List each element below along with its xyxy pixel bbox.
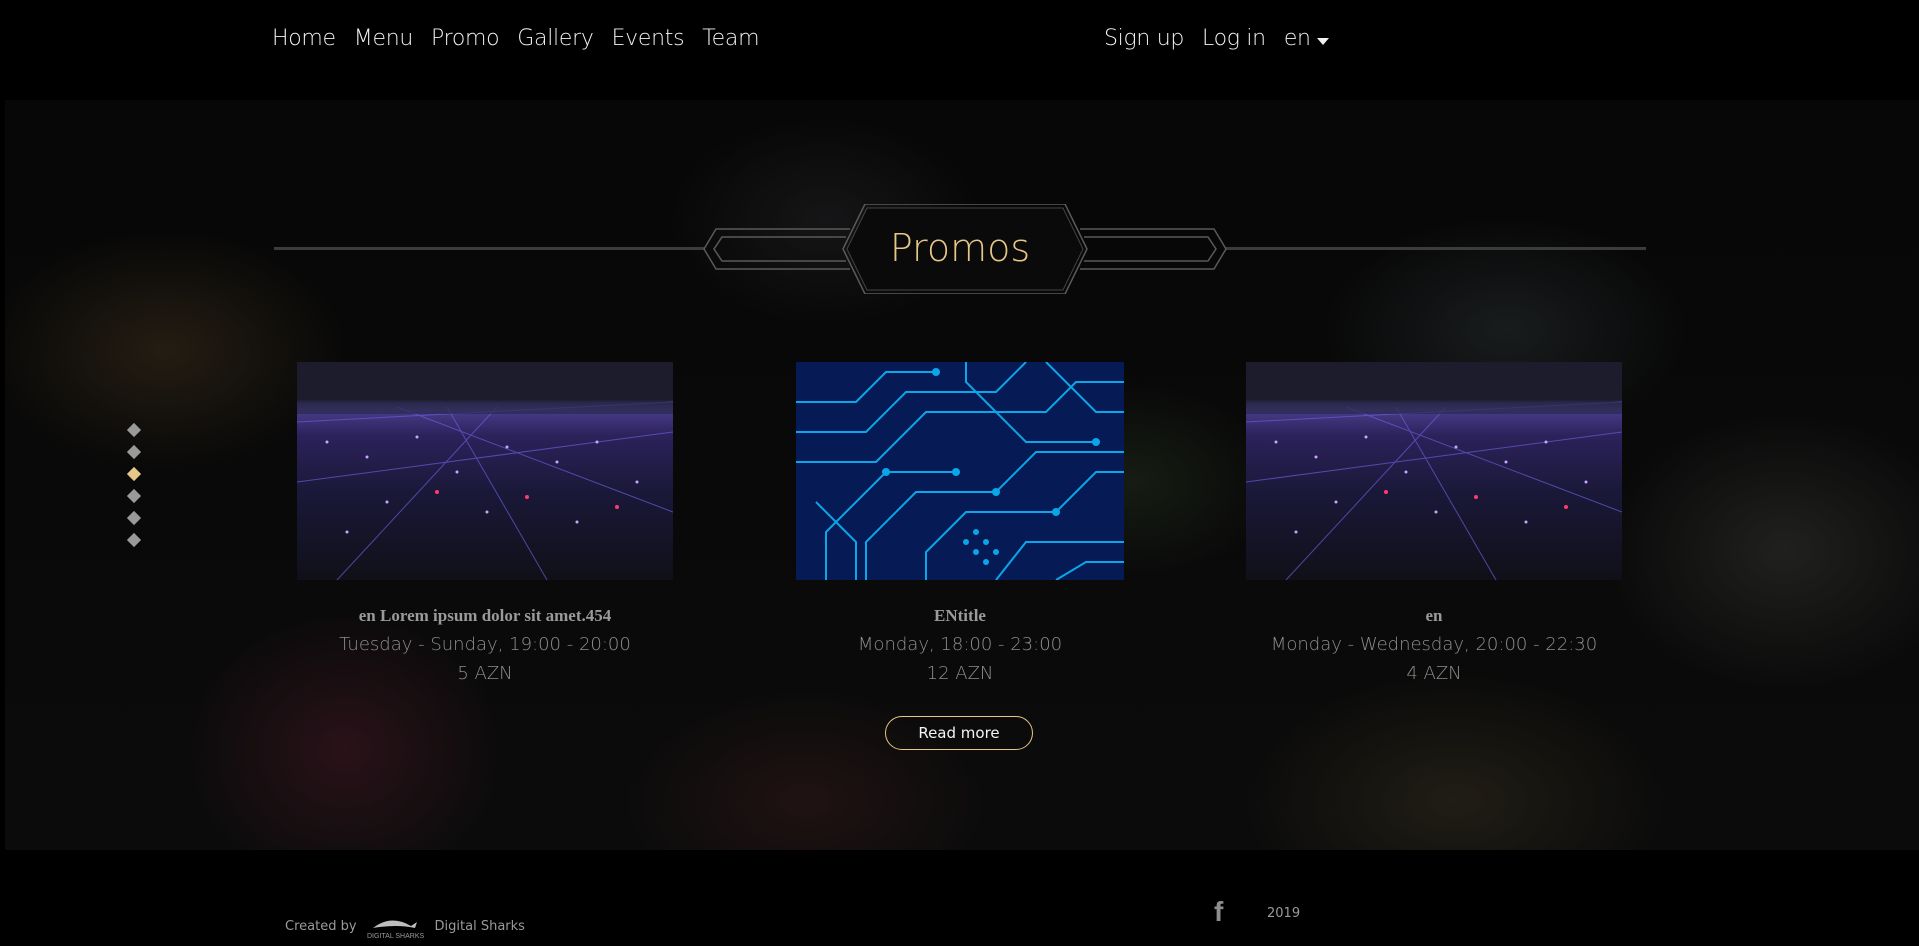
section-title: Promos bbox=[889, 226, 1031, 270]
nav-promo[interactable]: Promo bbox=[431, 26, 500, 51]
promo-price: 4 AZN bbox=[1406, 663, 1462, 684]
carousel-dots bbox=[126, 422, 142, 548]
facebook-icon[interactable]: f bbox=[1214, 896, 1223, 928]
carousel-dot[interactable] bbox=[126, 510, 142, 526]
copyright-year: 2019 bbox=[1267, 906, 1301, 921]
created-by-label: Created by bbox=[285, 918, 357, 934]
nav-gallery[interactable]: Gallery bbox=[517, 26, 594, 51]
read-more-button[interactable]: Read more bbox=[885, 716, 1033, 750]
section-header: Promos bbox=[274, 204, 1646, 294]
nav-home[interactable]: Home bbox=[272, 26, 336, 51]
auth-links: Sign up Log in en bbox=[1104, 26, 1329, 51]
promo-schedule: Monday - Wednesday, 20:00 - 22:30 bbox=[1270, 634, 1598, 655]
promo-price: 12 AZN bbox=[926, 663, 994, 684]
carousel-dot[interactable] bbox=[126, 488, 142, 504]
promo-image-circuit-board[interactable] bbox=[796, 362, 1124, 580]
main-nav: Home Menu Promo Gallery Events Team bbox=[272, 26, 760, 51]
company-name[interactable]: Digital Sharks bbox=[435, 919, 525, 934]
caret-down-icon bbox=[1316, 38, 1329, 45]
digital-sharks-logo[interactable]: DIGITAL SHARKS bbox=[367, 912, 425, 940]
language-selector[interactable]: en bbox=[1284, 26, 1329, 51]
login-link[interactable]: Log in bbox=[1202, 26, 1266, 51]
nav-team[interactable]: Team bbox=[702, 26, 759, 51]
promo-title: ENtitle bbox=[934, 606, 986, 625]
promo-title: en Lorem ipsum dolor sit amet.454 bbox=[358, 606, 612, 625]
promo-card[interactable]: ENtitle Monday, 18:00 - 23:00 12 AZN bbox=[796, 362, 1124, 684]
footer: Created by DIGITAL SHARKS Digital Sharks… bbox=[0, 850, 1919, 946]
promo-schedule: Tuesday - Sunday, 19:00 - 20:00 bbox=[339, 634, 631, 655]
promo-price: 5 AZN bbox=[457, 663, 513, 684]
carousel-dot[interactable] bbox=[126, 444, 142, 460]
signup-link[interactable]: Sign up bbox=[1104, 26, 1184, 51]
promo-card[interactable]: en Monday - Wednesday, 20:00 - 22:30 4 A… bbox=[1246, 362, 1622, 684]
promo-schedule: Monday, 18:00 - 23:00 bbox=[857, 634, 1063, 655]
carousel-dot[interactable] bbox=[126, 532, 142, 548]
promo-card[interactable]: en Lorem ipsum dolor sit amet.454 Tuesda… bbox=[297, 362, 673, 684]
promo-title: en bbox=[1425, 606, 1443, 625]
promo-image-city-lights[interactable] bbox=[297, 362, 673, 580]
carousel-dot[interactable] bbox=[126, 422, 142, 438]
nav-menu[interactable]: Menu bbox=[354, 26, 414, 51]
promo-image-city-lights[interactable] bbox=[1246, 362, 1622, 580]
credits: Created by DIGITAL SHARKS Digital Sharks bbox=[285, 912, 525, 941]
logo-wordmark: DIGITAL SHARKS bbox=[367, 933, 425, 940]
language-label: en bbox=[1283, 26, 1311, 51]
carousel-dot-active[interactable] bbox=[126, 466, 142, 482]
nav-events[interactable]: Events bbox=[612, 26, 685, 51]
